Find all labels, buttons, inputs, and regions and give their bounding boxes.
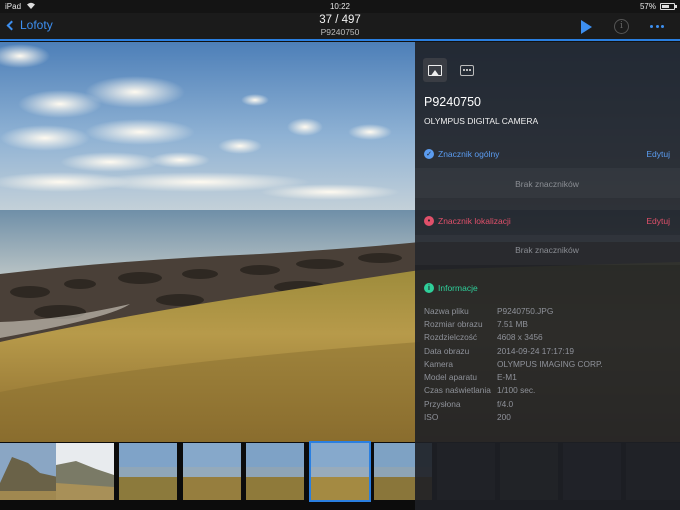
image-icon <box>428 64 442 76</box>
nav-title: 37 / 497 P9240750 <box>0 13 680 38</box>
info-circle-icon: i <box>424 283 434 293</box>
photo-description: OLYMPUS DIGITAL CAMERA <box>424 116 539 126</box>
general-tags-empty: Brak znaczników <box>515 179 579 189</box>
thumbnail[interactable] <box>183 443 241 500</box>
clock: 10:22 <box>329 2 351 11</box>
exif-row: Data obrazu 2014-09-24 17:17:19 <box>424 345 575 356</box>
information-label: Informacje <box>438 283 478 293</box>
thumbnail[interactable] <box>56 443 114 500</box>
panel-tabs <box>423 58 479 82</box>
location-tags-empty: Brak znaczników <box>515 245 579 255</box>
location-tags-label: Znacznik lokalizacji <box>438 216 511 226</box>
navigation-bar: Lofoty 37 / 497 P9240750 i <box>0 13 680 41</box>
info-panel: P9240750 OLYMPUS DIGITAL CAMERA ✓ Znaczn… <box>415 42 680 510</box>
exif-row: ISO 200 <box>424 412 511 423</box>
chevron-left-icon <box>6 20 17 30</box>
tab-comments[interactable] <box>455 58 479 82</box>
edit-location-tags-button[interactable]: Edytuj <box>646 216 670 226</box>
exif-row: Przysłona f/4.0 <box>424 398 514 409</box>
edit-general-tags-button[interactable]: Edytuj <box>646 149 670 159</box>
general-tags-label: Znacznik ogólny <box>438 149 500 159</box>
exif-table: Nazwa pliku P9240750.JPG Rozmiar obrazu 7.… <box>424 304 603 424</box>
thumbnail-selected[interactable] <box>309 441 371 502</box>
photo-title: P9240750 <box>424 95 482 109</box>
location-tags-header: • Znacznik lokalizacji Edytuj <box>424 216 670 226</box>
tab-image-info[interactable] <box>423 58 447 82</box>
thumbnail[interactable] <box>246 443 304 500</box>
exif-row: Czas naświetlania 1/100 sec. <box>424 385 536 396</box>
location-pin-icon: • <box>424 216 434 226</box>
thumbnail[interactable] <box>0 443 58 500</box>
info-icon[interactable]: i <box>614 19 629 34</box>
more-icon[interactable] <box>650 25 664 28</box>
thumbnail[interactable] <box>119 443 177 500</box>
exif-row: Kamera OLYMPUS IMAGING CORP. <box>424 358 603 369</box>
battery-percent: 57% <box>639 2 656 11</box>
status-bar: iPad 10:22 57% <box>0 0 680 13</box>
exif-row: Rozdzielczość 4608 x 3456 <box>424 332 543 343</box>
tag-icon: ✓ <box>424 149 434 159</box>
exif-row: Rozmiar obrazu 7.51 MB <box>424 318 528 329</box>
information-header: i Informacje <box>424 283 670 293</box>
photo-filename: P9240750 <box>320 27 360 37</box>
photo-counter: 37 / 497 <box>319 14 361 26</box>
back-button[interactable]: Lofoty <box>6 18 53 32</box>
comment-icon <box>460 64 474 76</box>
battery-icon <box>660 3 675 10</box>
play-icon[interactable] <box>581 20 592 34</box>
general-tags-header: ✓ Znacznik ogólny Edytuj <box>424 149 670 159</box>
exif-row: Model aparatu E-M1 <box>424 372 517 383</box>
exif-row: Nazwa pliku P9240750.JPG <box>424 305 554 316</box>
back-label: Lofoty <box>20 18 53 32</box>
